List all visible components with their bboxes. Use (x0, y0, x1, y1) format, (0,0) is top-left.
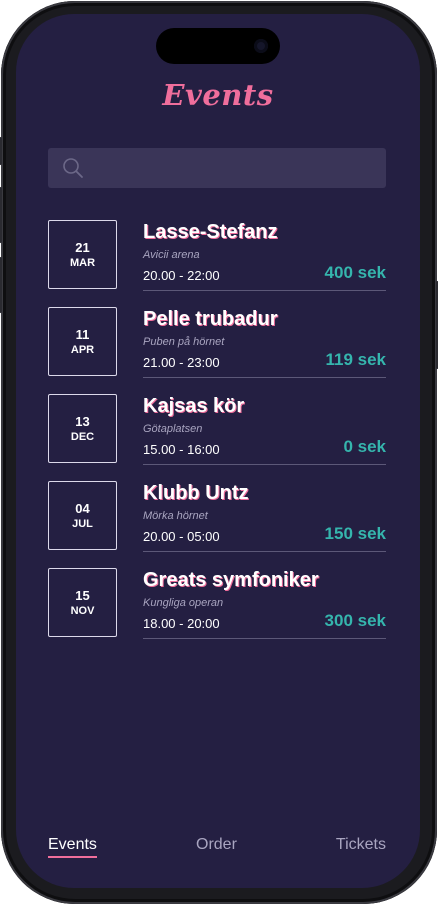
page-title: Events (162, 78, 274, 112)
event-venue: Avicii arena (143, 249, 200, 261)
event-date-badge: 15 NOV (48, 568, 117, 637)
action-button (0, 137, 2, 165)
event-date-day: 04 (75, 501, 90, 516)
event-name: Lasse-Stefanz (143, 221, 278, 243)
event-date-month: MAR (69, 257, 96, 269)
event-time: 20.00 - 05:00 (143, 529, 220, 544)
event-item-kajsas-kor[interactable]: 13 DEC Kajsas kör Götaplatsen 15.00 - 16… (48, 394, 386, 466)
event-list: 21 MAR Lasse-Stefanz Avicii arena 20.00 … (48, 220, 386, 655)
event-date-day: 21 (75, 240, 90, 255)
event-name: Klubb Untz (143, 482, 249, 504)
event-time: 18.00 - 20:00 (143, 616, 220, 631)
event-info: Klubb Untz Mörka hörnet 20.00 - 05:00 15… (143, 481, 386, 552)
volume-down-button (0, 257, 2, 313)
search-icon[interactable] (62, 157, 84, 179)
event-date-badge: 04 JUL (48, 481, 117, 550)
event-name: Kajsas kör (143, 395, 245, 417)
nav-tab-order[interactable]: Order (196, 836, 237, 854)
event-date-badge: 11 APR (48, 307, 117, 376)
event-name: Greats symfoniker (143, 569, 319, 591)
event-date-month: DEC (70, 431, 95, 443)
event-info: Lasse-Stefanz Avicii arena 20.00 - 22:00… (143, 220, 386, 291)
event-price: 400 sek (324, 263, 386, 282)
event-info: Pelle trubadur Puben på hörnet 21.00 - 2… (143, 307, 386, 378)
event-time: 15.00 - 16:00 (143, 442, 220, 457)
nav-tab-events[interactable]: Events (48, 836, 97, 858)
event-item-klubb-untz[interactable]: 04 JUL Klubb Untz Mörka hörnet 20.00 - 0… (48, 481, 386, 553)
search-bar[interactable] (48, 148, 386, 190)
event-date-month: NOV (70, 605, 95, 617)
event-item-lasse-stefanz[interactable]: 21 MAR Lasse-Stefanz Avicii arena 20.00 … (48, 220, 386, 292)
event-name: Pelle trubadur (143, 308, 278, 330)
bottom-nav: Events Order Tickets (48, 836, 386, 864)
event-venue: Götaplatsen (143, 423, 203, 435)
event-info: Greats symfoniker Kungliga operan 18.00 … (143, 568, 386, 639)
event-price: 0 sek (343, 437, 386, 456)
event-date-badge: 21 MAR (48, 220, 117, 289)
event-date-day: 11 (75, 327, 90, 342)
event-date-day: 13 (75, 414, 90, 429)
app-screen: Events 21 MAR Lasse-Stefanz Avicii arena… (16, 14, 420, 888)
event-time: 20.00 - 22:00 (143, 268, 220, 283)
event-price: 150 sek (324, 524, 386, 543)
event-price: 119 sek (325, 350, 386, 369)
search-input[interactable] (94, 148, 378, 190)
event-date-day: 15 (75, 588, 90, 603)
dynamic-island (156, 28, 280, 64)
event-date-month: JUL (72, 518, 93, 530)
event-time: 21.00 - 23:00 (143, 355, 220, 370)
front-camera-icon (254, 39, 268, 53)
event-price: 300 sek (324, 611, 386, 630)
event-venue: Kungliga operan (143, 597, 224, 609)
event-date-month: APR (70, 344, 95, 356)
volume-up-button (0, 187, 2, 243)
event-date-badge: 13 DEC (48, 394, 117, 463)
event-item-greats-symfoniker[interactable]: 15 NOV Greats symfoniker Kungliga operan… (48, 568, 386, 640)
event-item-pelle-trubadur[interactable]: 11 APR Pelle trubadur Puben på hörnet 21… (48, 307, 386, 379)
nav-tab-tickets[interactable]: Tickets (336, 836, 386, 854)
event-venue: Puben på hörnet (143, 336, 225, 348)
event-info: Kajsas kör Götaplatsen 15.00 - 16:00 0 s… (143, 394, 386, 465)
event-venue: Mörka hörnet (143, 510, 208, 522)
